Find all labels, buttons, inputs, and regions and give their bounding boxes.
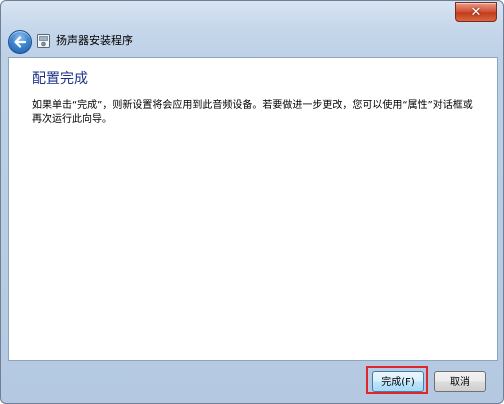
dialog-window: ✕ 扬声器安装程序 配置完成 如果单击“完成”，则新设置将会应用到此音频设备。若… (0, 0, 504, 404)
button-bar: 完成(F) 取消 (1, 359, 503, 403)
back-button[interactable] (8, 30, 32, 54)
finish-button[interactable]: 完成(F) (372, 371, 424, 392)
back-arrow-icon (14, 36, 27, 48)
page-heading: 配置完成 (32, 71, 88, 87)
navigation-bar: 扬声器安装程序 (1, 25, 503, 57)
window-title: 扬声器安装程序 (56, 34, 133, 47)
description-text: 如果单击“完成”，则新设置将会应用到此音频设备。若要做进一步更改，您可以使用“属… (32, 100, 473, 125)
cancel-button[interactable]: 取消 (434, 371, 486, 392)
content-panel: 配置完成 如果单击“完成”，则新设置将会应用到此音频设备。若要做进一步更改，您可… (8, 57, 498, 361)
speaker-setup-icon (37, 34, 50, 48)
title-bar: ✕ (1, 1, 503, 25)
close-button[interactable]: ✕ (455, 2, 497, 22)
close-icon: ✕ (470, 4, 482, 20)
